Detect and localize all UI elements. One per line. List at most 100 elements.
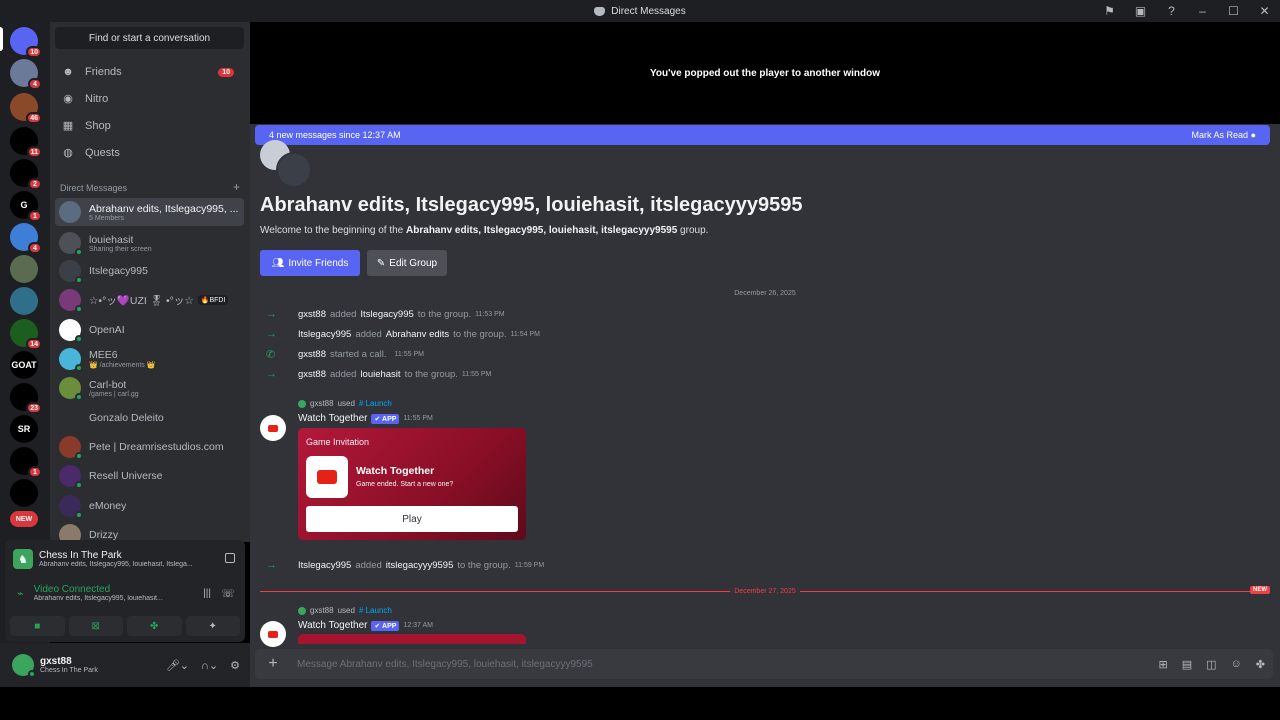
online-status-icon	[75, 335, 83, 343]
youtube-avatar-icon[interactable]	[260, 415, 286, 441]
launch-command[interactable]: # Launch	[359, 399, 392, 408]
noise-suppression-icon[interactable]: |||	[203, 588, 211, 599]
user-avatar[interactable]	[12, 654, 36, 678]
help-icon[interactable]: ?	[1156, 0, 1187, 22]
dm-item[interactable]: Gonzalo Deleito	[55, 404, 244, 432]
dm-name: Resell Universe	[89, 470, 163, 482]
nav-friends[interactable]: ☻ Friends 10	[55, 60, 244, 84]
dm-item[interactable]: MEE6 👑 /achievements 👑	[55, 345, 244, 373]
mark-as-read-button[interactable]: Mark As Read ●	[1192, 130, 1256, 140]
play-button[interactable]: Play	[306, 506, 518, 532]
signal-icon: ⌁	[17, 587, 24, 600]
sticker-icon[interactable]: ◫	[1206, 658, 1216, 671]
dm-name: Pete | Dreamrisestudios.com	[89, 441, 224, 453]
emoji-icon[interactable]: ☺	[1231, 658, 1242, 671]
dm-item[interactable]: eMoney	[55, 492, 244, 520]
dm-item[interactable]: Itslegacy995	[55, 257, 244, 285]
server-icon[interactable]: G1	[10, 191, 42, 222]
headphones-icon[interactable]: ∩⌄	[201, 659, 218, 672]
message-input[interactable]: + Message Abrahanv edits, Itslegacy995, …	[255, 649, 1273, 679]
server-icon[interactable]: 46	[10, 93, 42, 124]
group-welcome: Welcome to the beginning of the Abrahanv…	[260, 225, 709, 236]
app-name[interactable]: Watch Together	[298, 620, 367, 631]
activity-game-name: Chess In The Park	[39, 550, 122, 561]
dm-item[interactable]: Drizzy	[55, 521, 244, 542]
disconnect-icon[interactable]: ☏	[221, 587, 235, 600]
online-status-icon	[75, 276, 83, 284]
server-icon[interactable]	[10, 479, 38, 507]
avatar	[59, 465, 83, 489]
minimize-button[interactable]: –	[1187, 0, 1218, 22]
nav-nitro[interactable]: ◉ Nitro	[55, 87, 244, 111]
soundboard-button[interactable]: ✦	[185, 616, 240, 636]
maximize-button[interactable]: ☐	[1218, 0, 1249, 22]
server-icon[interactable]: 10	[10, 27, 42, 58]
gear-icon[interactable]: ⚙	[230, 659, 240, 672]
message-user[interactable]: gxst88	[298, 369, 326, 380]
online-status-icon	[75, 481, 83, 489]
server-icon[interactable]: 23	[10, 383, 42, 414]
activities-button[interactable]: ✤	[127, 616, 182, 636]
server-icon[interactable]: 4	[10, 223, 42, 254]
find-conversation-button[interactable]: Find or start a conversation	[55, 27, 244, 49]
server-icon[interactable]: GOAT	[10, 351, 38, 379]
gif-icon[interactable]: ▤	[1182, 658, 1192, 671]
server-icon[interactable]: 4	[10, 59, 42, 90]
message-user[interactable]: Itslegacy995	[298, 329, 351, 340]
message-user[interactable]: gxst88	[298, 309, 326, 320]
dm-header: Direct Messages +	[60, 181, 240, 193]
popout-icon[interactable]	[225, 553, 235, 563]
server-icon[interactable]	[10, 287, 38, 315]
notification-badge: 10	[26, 46, 42, 58]
dm-item[interactable]: Abrahanv edits, Itslegacy995, ... 5 Membe…	[55, 198, 244, 226]
dm-item[interactable]: OpenAI	[55, 316, 244, 344]
apps-icon[interactable]: ✤	[1256, 658, 1265, 671]
online-status-icon	[75, 511, 83, 519]
dm-item[interactable]: Pete | Dreamrisestudios.com	[55, 433, 244, 461]
notification-badge: 4	[28, 78, 42, 90]
new-messages-bar[interactable]: 4 new messages since 12:37 AM Mark As Re…	[255, 125, 1270, 145]
card-app-name: Watch Together	[356, 465, 435, 477]
chat-area: You've popped out the player to another …	[250, 22, 1280, 687]
dm-item[interactable]: Resell Universe	[55, 462, 244, 490]
server-icon[interactable]: 14	[10, 319, 42, 350]
online-status-icon	[75, 393, 83, 401]
dm-item[interactable]: Carl-bot/games | carl.gg	[55, 374, 244, 402]
message-target[interactable]: Abrahanv edits	[386, 329, 449, 340]
server-icon[interactable]: SR	[10, 415, 38, 443]
flag-icon[interactable]: ⚑	[1094, 0, 1125, 22]
add-attachment-icon[interactable]: +	[259, 655, 287, 673]
dm-item[interactable]: ☆•°ッ💜UZI 🎖 •°ッ☆ 🔥BFDI	[55, 286, 244, 314]
edit-group-button[interactable]: ✎ Edit Group	[367, 250, 447, 276]
message-user[interactable]: gxst88	[298, 349, 326, 360]
mic-icon[interactable]: 🎤︎⌄	[166, 659, 189, 672]
used-user[interactable]: gxst88	[310, 399, 334, 408]
user-avatar-small	[298, 606, 306, 615]
avatar	[59, 319, 83, 343]
server-icon[interactable]	[10, 255, 38, 283]
dm-item[interactable]: louiehasit Sharing their screen	[55, 229, 244, 257]
used-user[interactable]: gxst88	[310, 606, 334, 615]
server-icon[interactable]: 1	[10, 447, 42, 478]
group-avatar-2	[276, 152, 312, 188]
launch-command[interactable]: # Launch	[359, 606, 392, 615]
camera-button[interactable]: ■	[10, 616, 65, 636]
nav-shop[interactable]: ▦ Shop	[55, 114, 244, 138]
close-button[interactable]: ✕	[1249, 0, 1280, 22]
server-icon[interactable]: 11	[10, 127, 42, 158]
nav-quests[interactable]: ◍ Quests	[55, 141, 244, 165]
invite-friends-button[interactable]: 👥︎ Invite Friends	[260, 250, 360, 276]
youtube-avatar-icon[interactable]	[260, 621, 286, 647]
app-used-line-2: gxst88 used # Launch	[298, 606, 392, 615]
create-dm-icon[interactable]: +	[233, 181, 240, 193]
inbox-icon[interactable]: ▣	[1125, 0, 1156, 22]
message-target[interactable]: louiehasit	[360, 369, 400, 380]
app-name[interactable]: Watch Together	[298, 413, 367, 424]
message-target[interactable]: Itslegacy995	[360, 309, 413, 320]
server-icon[interactable]: 2	[10, 159, 42, 190]
soundboard-icon: ✦	[208, 620, 217, 632]
friends-icon: ☻	[62, 66, 74, 78]
server-icon[interactable]: NEW	[10, 511, 38, 527]
screen-share-button[interactable]: ⊠	[68, 616, 123, 636]
gift-icon[interactable]: ⊞	[1159, 658, 1168, 671]
